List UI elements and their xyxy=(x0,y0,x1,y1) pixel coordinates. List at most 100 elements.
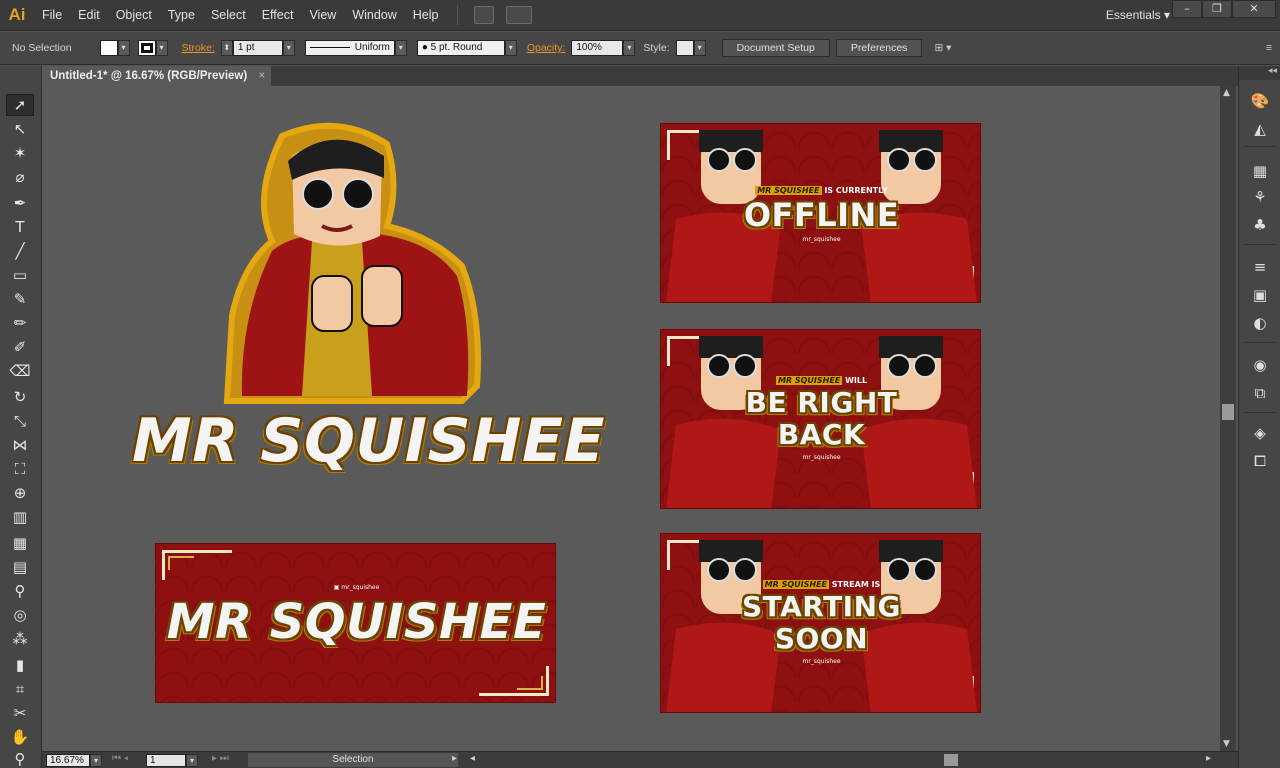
scroll-up-icon[interactable]: ▲ xyxy=(1223,88,1230,98)
stroke-dropdown[interactable]: ▾ xyxy=(155,40,168,56)
vertical-scroll-thumb[interactable] xyxy=(1222,404,1234,420)
selection-tool-icon[interactable]: ➚ xyxy=(6,94,34,116)
collapse-dock-icon[interactable]: ◂◂ xyxy=(1239,66,1280,80)
preferences-button[interactable]: Preferences xyxy=(835,39,923,57)
current-tool-status[interactable]: Selection xyxy=(248,753,458,767)
zoom-tool-icon[interactable]: ⚲ xyxy=(6,748,34,768)
zoom-dropdown[interactable]: ▾ xyxy=(90,754,102,767)
perspective-grid-tool-icon[interactable]: ▥ xyxy=(6,506,34,528)
eyedropper-tool-icon[interactable]: ⚲ xyxy=(6,580,34,602)
lasso-tool-icon[interactable]: ⌀ xyxy=(6,166,34,188)
menu-help[interactable]: Help xyxy=(405,0,447,31)
brushes-panel-icon[interactable]: ⚘ xyxy=(1249,186,1271,208)
menu-edit[interactable]: Edit xyxy=(70,0,108,31)
graphic-styles-panel-icon[interactable]: ⧉ xyxy=(1249,382,1271,404)
style-dropdown[interactable]: ▾ xyxy=(693,40,706,56)
pencil-tool-icon[interactable]: ✏ xyxy=(6,312,34,334)
logo-wordmark[interactable]: MR SQUISHEE xyxy=(132,406,604,476)
stroke-label[interactable]: Stroke: xyxy=(182,42,215,54)
scroll-down-icon[interactable]: ▼ xyxy=(1223,739,1230,749)
artboard-number-field[interactable]: 1 xyxy=(146,754,186,767)
menu-type[interactable]: Type xyxy=(160,0,203,31)
first-artboard-icon[interactable]: ⏮ ◂ xyxy=(112,753,128,764)
document-setup-button[interactable]: Document Setup xyxy=(721,39,830,57)
menu-object[interactable]: Object xyxy=(108,0,160,31)
blob-brush-tool-icon[interactable]: ✐ xyxy=(6,336,34,358)
menu-window[interactable]: Window xyxy=(344,0,404,31)
profile-dropdown[interactable]: ▾ xyxy=(394,40,407,56)
artboards-panel-icon[interactable]: ⧠ xyxy=(1249,450,1271,472)
menu-file[interactable]: File xyxy=(34,0,70,31)
stroke-weight-field[interactable]: 1 pt xyxy=(232,40,283,56)
hand-tool-icon[interactable]: ✋ xyxy=(6,726,34,748)
shape-builder-tool-icon[interactable]: ⊕ xyxy=(6,482,34,504)
opacity-field[interactable]: 100% xyxy=(571,40,624,56)
swatches-panel-icon[interactable]: ▦ xyxy=(1249,160,1271,182)
offline-panel[interactable]: MR SQUISHEE IS CURRENTLY OFFLINE mr_squi… xyxy=(660,123,981,303)
restore-button[interactable]: ❐ xyxy=(1202,0,1232,18)
mesh-tool-icon[interactable]: ▦ xyxy=(6,532,34,554)
gradient-panel-icon[interactable]: ▣ xyxy=(1249,284,1271,306)
free-transform-tool-icon[interactable]: ⛶ xyxy=(6,458,34,480)
stroke-weight-dropdown[interactable]: ▾ xyxy=(282,40,295,56)
close-tab-icon[interactable]: × xyxy=(258,66,265,86)
opacity-label[interactable]: Opacity: xyxy=(527,42,566,54)
artboard-dropdown[interactable]: ▾ xyxy=(186,754,198,767)
blend-tool-icon[interactable]: ◎ xyxy=(6,604,34,626)
rectangle-tool-icon[interactable]: ▭ xyxy=(6,264,34,286)
column-graph-tool-icon[interactable]: ▮ xyxy=(6,654,34,676)
menu-effect[interactable]: Effect xyxy=(254,0,302,31)
status-menu-icon[interactable]: ▸ xyxy=(452,753,457,764)
stroke-profile-field[interactable]: Uniform xyxy=(304,40,395,56)
width-tool-icon[interactable]: ⋈ xyxy=(6,434,34,456)
opacity-dropdown[interactable]: ▾ xyxy=(623,40,636,56)
horizontal-scroll-thumb[interactable] xyxy=(944,754,958,766)
brush-dropdown[interactable]: ▾ xyxy=(504,40,517,56)
fill-swatch[interactable] xyxy=(99,40,118,56)
scroll-left-icon[interactable]: ◂ xyxy=(470,753,475,764)
symbols-panel-icon[interactable]: ♣ xyxy=(1249,214,1271,236)
magic-wand-tool-icon[interactable]: ✶ xyxy=(6,142,34,164)
appearance-panel-icon[interactable]: ◉ xyxy=(1249,354,1271,376)
arrange-icon[interactable]: ⊞ ▾ xyxy=(934,42,951,54)
panel-menu-icon[interactable]: ≡ xyxy=(1266,42,1272,54)
brb-panel[interactable]: MR SQUISHEE WILL BE RIGHT BACK mr_squish… xyxy=(660,329,981,509)
fill-dropdown[interactable]: ▾ xyxy=(117,40,130,56)
close-button[interactable]: ✕ xyxy=(1232,0,1276,18)
slice-tool-icon[interactable]: ✂ xyxy=(6,702,34,724)
gradient-tool-icon[interactable]: ▤ xyxy=(6,556,34,578)
paintbrush-tool-icon[interactable]: ✎ xyxy=(6,288,34,310)
artboard-tool-icon[interactable]: ⌗ xyxy=(6,678,34,700)
scroll-right-icon[interactable]: ▸ xyxy=(1206,753,1211,764)
pen-tool-icon[interactable]: ✒ xyxy=(6,192,34,214)
scale-tool-icon[interactable]: ⤡ xyxy=(6,410,34,432)
stroke-panel-icon[interactable]: ≡ xyxy=(1249,256,1271,278)
layers-panel-icon[interactable]: ◈ xyxy=(1249,422,1271,444)
artboard-canvas[interactable]: MR SQUISHEE ▣ mr_squishee MR SQUISHEE MR… xyxy=(42,86,1220,751)
arrange-documents-icon[interactable] xyxy=(505,6,532,24)
zoom-field[interactable]: 16.67% xyxy=(46,754,90,767)
symbol-sprayer-tool-icon[interactable]: ⁂ xyxy=(6,628,34,650)
workspace-switcher[interactable]: Essentials ▾ xyxy=(1106,0,1170,31)
menu-select[interactable]: Select xyxy=(203,0,254,31)
stroke-stepper[interactable]: ⬍ xyxy=(220,40,233,56)
color-guide-icon[interactable]: ◭ xyxy=(1249,118,1271,140)
document-tab[interactable]: Untitled-1* @ 16.67% (RGB/Preview) × xyxy=(42,66,272,86)
last-artboard-icon[interactable]: ▸ ⏭ xyxy=(212,753,229,764)
color-panel-icon[interactable]: 🎨 xyxy=(1249,90,1271,112)
starting-soon-panel[interactable]: MR SQUISHEE STREAM IS STARTING SOON mr_s… xyxy=(660,533,981,713)
rotate-tool-icon[interactable]: ↻ xyxy=(6,386,34,408)
menu-view[interactable]: View xyxy=(301,0,344,31)
minimize-button[interactable]: – xyxy=(1172,0,1202,18)
eraser-tool-icon[interactable]: ⌫ xyxy=(6,360,34,382)
vertical-scrollbar[interactable]: ▲ ▼ xyxy=(1220,86,1236,751)
direct-selection-tool-icon[interactable]: ↖ xyxy=(6,118,34,140)
transparency-panel-icon[interactable]: ◐ xyxy=(1249,312,1271,334)
brush-field[interactable]: ● 5 pt. Round xyxy=(416,40,505,56)
graphic-style-swatch[interactable] xyxy=(675,40,694,56)
channel-banner[interactable]: ▣ mr_squishee MR SQUISHEE xyxy=(155,543,556,703)
type-tool-icon[interactable]: T xyxy=(6,216,34,238)
line-tool-icon[interactable]: ╱ xyxy=(6,240,34,262)
bridge-icon[interactable] xyxy=(473,6,494,24)
stroke-swatch[interactable] xyxy=(137,40,156,56)
